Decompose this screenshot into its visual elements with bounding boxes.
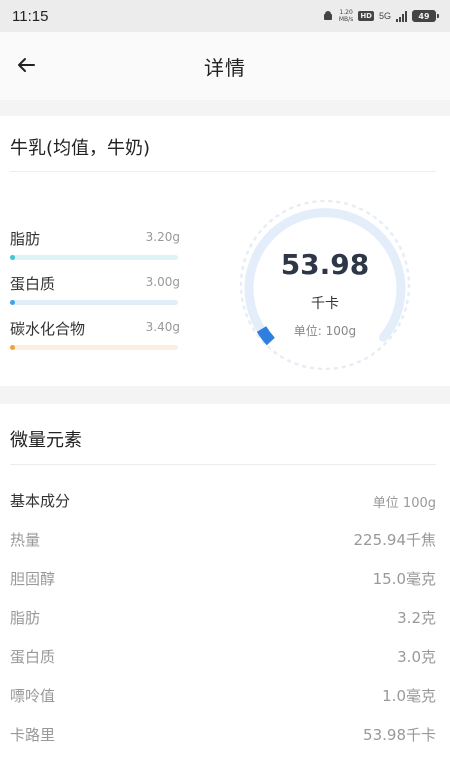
nutrient-value: 1.0毫克 [382, 687, 436, 705]
macro-label: 蛋白质 [10, 275, 56, 293]
status-icons: 1.20 MB/s HD 5G 49 [322, 9, 439, 23]
calorie-per-unit: 单位: 100g [293, 324, 357, 338]
macro-value: 3.40g [145, 320, 180, 334]
app-header: 详情 [0, 32, 450, 100]
nutrient-row: 蛋白质 3.0克 [10, 646, 436, 668]
nutrient-row: 脂肪 3.2克 [10, 607, 436, 629]
basic-header: 基本成分 单位 100g [10, 490, 436, 512]
nutrient-row: 嘌呤值 1.0毫克 [10, 685, 436, 707]
macro-bar-fill [10, 300, 15, 305]
micro-nutrients-card: 微量元素 基本成分 单位 100g 热量 225.94千焦 胆固醇 15.0毫克… [0, 404, 450, 767]
nutrient-value: 53.98千卡 [363, 726, 436, 744]
macro-label: 碳水化合物 [10, 320, 86, 338]
android-icon [323, 11, 332, 20]
nutrient-label: 热量 [10, 531, 41, 549]
macro-value: 3.20g [145, 230, 180, 244]
macro-bar [10, 345, 178, 350]
status-bar: 11:15 1.20 MB/s HD 5G 49 [0, 0, 450, 32]
nutrient-value: 3.0克 [397, 648, 436, 666]
nutrient-label: 卡路里 [10, 726, 56, 744]
page-title: 详情 [204, 56, 246, 80]
nutrient-value: 15.0毫克 [372, 570, 436, 588]
divider [10, 171, 436, 172]
macro-bar [10, 255, 178, 260]
nutrient-label: 嘌呤值 [10, 687, 56, 705]
calorie-value: 53.98 [280, 248, 370, 281]
nutrient-label: 蛋白质 [10, 648, 56, 666]
nutrient-label: 脂肪 [10, 609, 41, 627]
nutrient-row: 胆固醇 15.0毫克 [10, 568, 436, 590]
signal-icon [396, 10, 407, 22]
calorie-unit: 千卡 [311, 296, 339, 312]
battery-icon: 49 [412, 10, 439, 22]
macro-value: 3.00g [145, 275, 180, 289]
network-type: 5G [378, 10, 391, 21]
calorie-gauge-ring [239, 200, 411, 370]
macro-bar-fill [10, 255, 15, 260]
hd-badge: HD [358, 11, 374, 21]
nutrient-row: 卡路里 53.98千卡 [10, 724, 436, 746]
nutrient-label: 胆固醇 [10, 570, 56, 588]
food-summary-card: 牛乳(均值，牛奶) 脂肪 3.20g 蛋白质 3.00g 碳水化合物 3.40g [0, 116, 450, 386]
macro-bar-fill [10, 345, 15, 350]
macro-bar [10, 300, 178, 305]
basic-title: 基本成分 [10, 492, 71, 510]
food-name: 牛乳(均值，牛奶) [10, 138, 151, 159]
status-time: 11:15 [12, 7, 49, 25]
basic-unit: 单位 100g [372, 496, 436, 511]
nutrient-value: 3.2克 [397, 609, 436, 627]
divider [10, 464, 436, 465]
section-title: 微量元素 [10, 430, 82, 451]
network-speed: 1.20 MB/s [338, 9, 354, 23]
calorie-gauge: 53.98 千卡 单位: 100g [230, 200, 420, 370]
nutrient-row: 热量 225.94千焦 [10, 529, 436, 551]
nutrient-value: 225.94千焦 [353, 531, 437, 549]
macro-label: 脂肪 [10, 230, 41, 248]
